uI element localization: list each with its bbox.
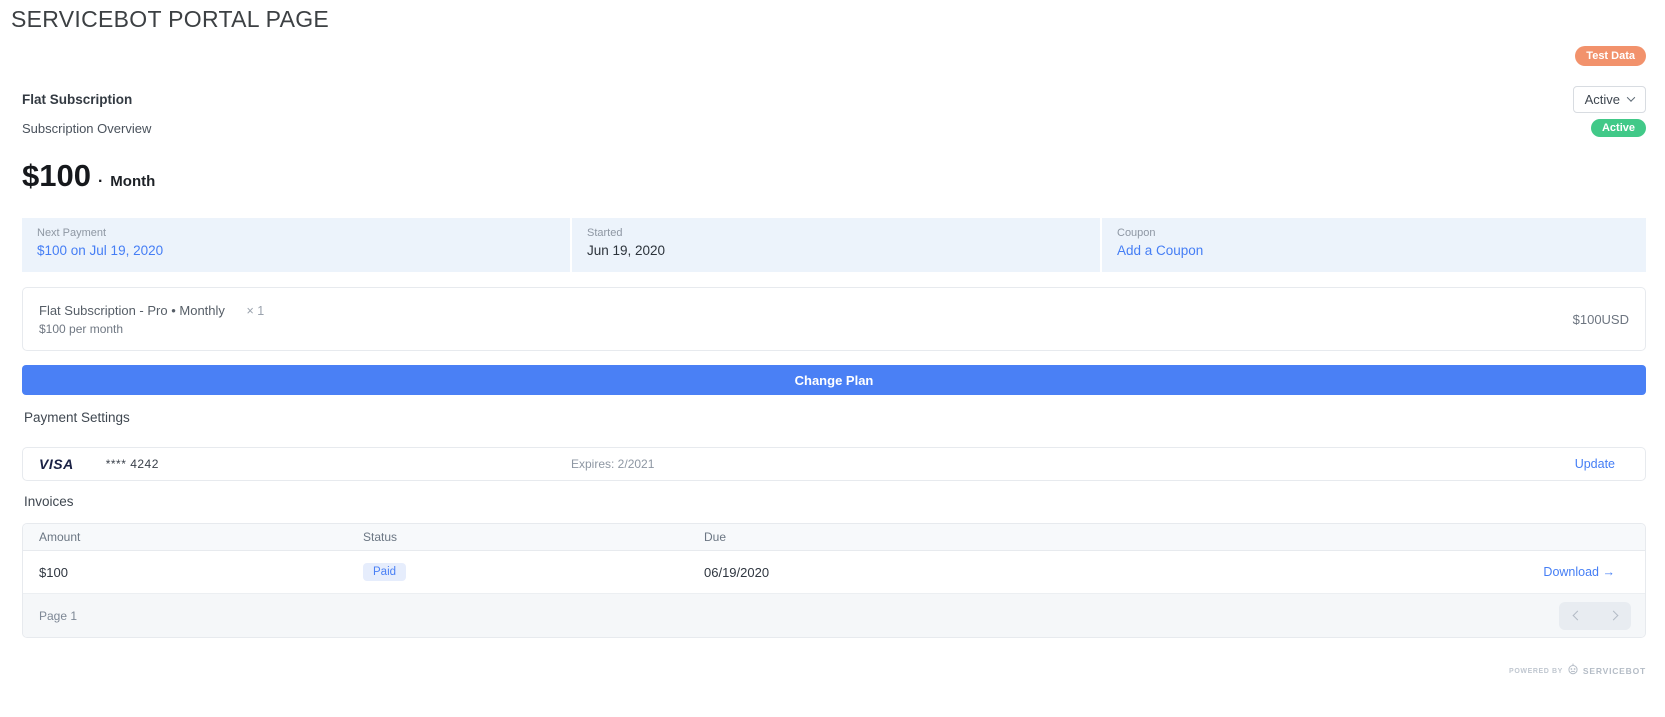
- card-brand-logo: VISA: [39, 456, 74, 472]
- change-plan-button[interactable]: Change Plan: [22, 365, 1646, 395]
- download-invoice-link[interactable]: Download →: [1543, 565, 1615, 579]
- payment-settings-title: Payment Settings: [24, 410, 130, 425]
- overview-label: Subscription Overview: [22, 121, 151, 136]
- subscription-name: Flat Subscription: [22, 92, 132, 107]
- page-title: SERVICEBOT PORTAL PAGE: [11, 6, 329, 33]
- brand-name: SERVICEBOT: [1583, 666, 1646, 676]
- plan-line-item: Flat Subscription - Pro • Monthly × 1 $1…: [22, 287, 1646, 351]
- subscription-header-row: Flat Subscription Active: [22, 84, 1646, 114]
- started-cell: Started Jun 19, 2020: [572, 218, 1100, 272]
- price-separator: ·: [98, 173, 103, 191]
- invoices-header-row: Amount Status Due: [23, 524, 1645, 551]
- arrow-right-icon: →: [1603, 565, 1616, 579]
- status-dropdown[interactable]: Active: [1573, 86, 1646, 113]
- card-expires: Expires: 2/2021: [571, 457, 654, 471]
- add-coupon-link[interactable]: Add a Coupon: [1117, 243, 1203, 258]
- price-display: $100 · Month: [22, 158, 155, 194]
- status-dropdown-value: Active: [1585, 92, 1620, 107]
- next-payment-value: $100 on Jul 19, 2020: [37, 243, 555, 258]
- plan-price-line: $100 per month: [39, 322, 264, 336]
- price-interval: Month: [110, 173, 155, 190]
- servicebot-robot-icon: [1567, 662, 1579, 680]
- active-status-badge: Active: [1591, 119, 1646, 137]
- chevron-down-icon: [1627, 93, 1635, 101]
- chevron-left-icon: [1572, 611, 1582, 621]
- invoices-table: Amount Status Due $100 Paid 06/19/2020 D…: [22, 523, 1646, 638]
- coupon-label: Coupon: [1117, 227, 1631, 239]
- status-badge: Paid: [363, 563, 406, 581]
- invoice-amount: $100: [23, 565, 363, 580]
- coupon-cell: Coupon Add a Coupon: [1102, 218, 1646, 272]
- test-data-badge: Test Data: [1575, 46, 1646, 66]
- column-header-status: Status: [363, 530, 704, 544]
- invoices-footer-row: Page 1: [23, 594, 1645, 637]
- payment-card-row: VISA **** 4242 Expires: 2/2021 Update: [22, 447, 1646, 481]
- subscription-summary-bar: Next Payment $100 on Jul 19, 2020 Starte…: [22, 218, 1646, 272]
- plan-total: $100USD: [1573, 312, 1629, 327]
- price-amount: $100: [22, 158, 91, 194]
- overview-row: Subscription Overview Active: [22, 117, 1646, 139]
- plan-name: Flat Subscription - Pro • Monthly: [39, 303, 225, 318]
- next-payment-label: Next Payment: [37, 227, 555, 239]
- card-number: **** 4242: [106, 457, 159, 471]
- next-page-button[interactable]: [1595, 602, 1631, 630]
- started-label: Started: [587, 227, 1085, 239]
- powered-by-footer: POWERED BY SERVICEBOT: [1509, 662, 1646, 680]
- plan-details: Flat Subscription - Pro • Monthly × 1 $1…: [39, 303, 264, 336]
- table-row: $100 Paid 06/19/2020 Download →: [23, 551, 1645, 594]
- powered-by-label: POWERED BY: [1509, 668, 1563, 675]
- page-indicator: Page 1: [23, 609, 77, 623]
- servicebot-portal-page: SERVICEBOT PORTAL PAGE Test Data Flat Su…: [0, 0, 1665, 717]
- pagination-control: [1559, 602, 1631, 630]
- column-header-amount: Amount: [23, 530, 363, 544]
- invoices-title: Invoices: [24, 494, 74, 509]
- next-payment-cell: Next Payment $100 on Jul 19, 2020: [22, 218, 570, 272]
- previous-page-button[interactable]: [1559, 602, 1595, 630]
- column-header-due: Due: [704, 530, 1645, 544]
- started-value: Jun 19, 2020: [587, 243, 1085, 258]
- chevron-right-icon: [1608, 611, 1618, 621]
- update-card-link[interactable]: Update: [1575, 457, 1615, 471]
- invoice-due: 06/19/2020: [704, 565, 1543, 580]
- plan-quantity: × 1: [247, 304, 265, 318]
